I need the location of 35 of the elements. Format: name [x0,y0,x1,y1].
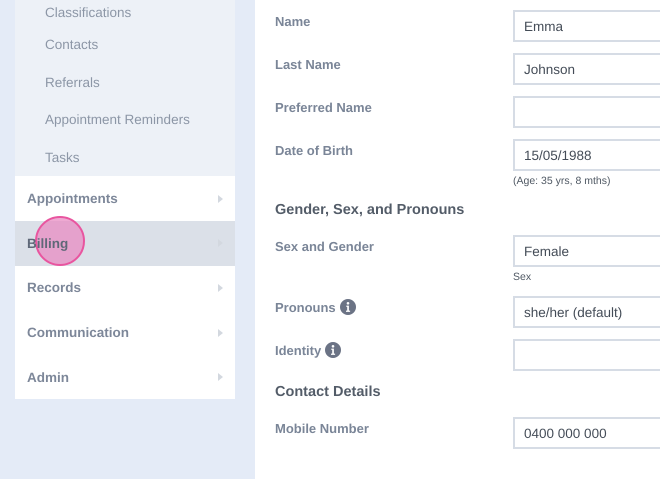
submenu-item[interactable]: Tasks [45,150,80,166]
submenu-item[interactable]: Contacts [45,37,98,52]
info-icon[interactable] [325,342,342,358]
field-label: Pronouns [275,300,336,314]
chevron-icon [218,194,223,203]
field-label: Date of Birth [275,142,353,158]
field-label: Last Name [275,56,341,72]
field-hint: Sex [513,271,532,285]
text-field[interactable]: Female [513,235,660,267]
submenu-item[interactable]: Referrals [45,74,100,90]
chevron-icon [218,373,223,382]
info-icon[interactable] [340,299,356,315]
submenu-item[interactable]: Classifications [45,5,132,20]
field-label: Name [275,14,310,28]
menu-item[interactable]: Records [15,266,235,310]
text-field[interactable]: 0400 000 000 [513,417,660,449]
menu-item[interactable]: Admin [15,354,235,400]
section-heading: Gender, Sex, and Pronouns [275,202,466,220]
section-heading: Contact Details [275,384,382,402]
field-hint: (Age: 35 yrs, 8 mths) [513,175,612,189]
submenu-item[interactable]: Appointment Reminders [45,112,190,128]
menu-item[interactable]: Communication [15,310,235,355]
field-label: Preferred Name [275,100,372,114]
chevron-icon [218,328,223,337]
chevron-icon [218,284,223,292]
text-field[interactable]: 15/05/1988 [513,139,660,171]
text-field[interactable]: Johnson [513,53,660,85]
text-field[interactable]: Emma [513,10,660,42]
text-field[interactable]: she/her (default) [513,296,660,328]
text-field[interactable] [513,96,660,128]
menu-item[interactable]: Appointments [15,176,235,222]
field-label: Sex and Gender [275,238,374,254]
field-label: Mobile Number [275,420,369,436]
field-label: Identity [275,342,322,358]
text-field[interactable] [513,339,660,371]
